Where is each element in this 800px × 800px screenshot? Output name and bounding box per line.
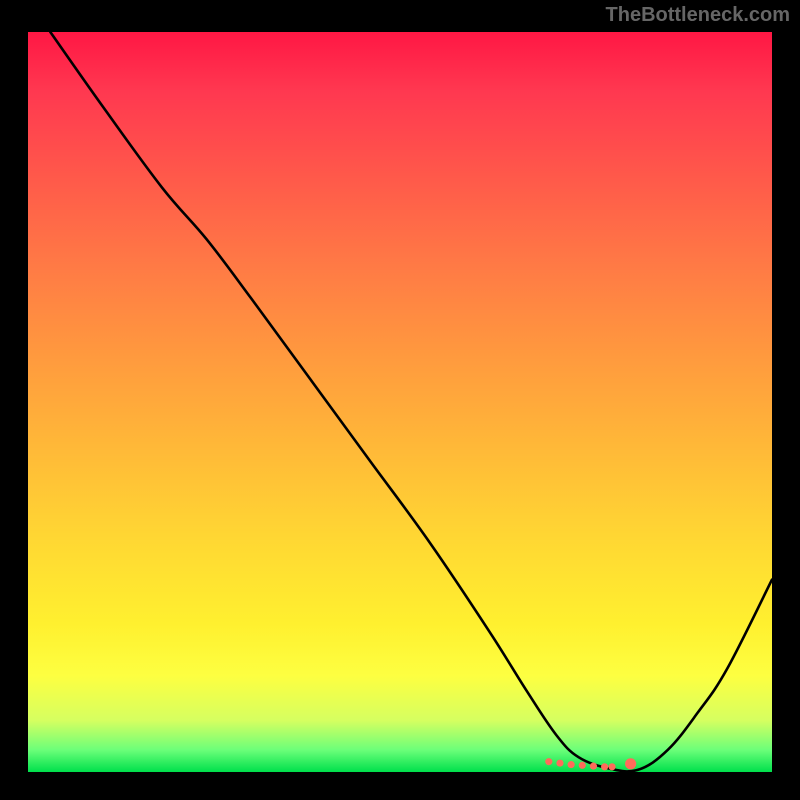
- valley-marker: [601, 763, 608, 770]
- valley-marker: [545, 758, 552, 765]
- chart-svg: [28, 32, 772, 772]
- watermark-label: TheBottleneck.com: [606, 4, 790, 27]
- valley-marker: [568, 761, 575, 768]
- valley-marker: [579, 762, 586, 769]
- valley-markers: [545, 758, 636, 770]
- chart-frame: TheBottleneck.com: [0, 0, 800, 800]
- valley-marker: [608, 763, 615, 770]
- valley-marker: [590, 763, 597, 770]
- curve-line: [50, 32, 772, 771]
- valley-marker: [625, 758, 636, 769]
- valley-marker: [556, 760, 563, 767]
- plot-area: [28, 32, 772, 772]
